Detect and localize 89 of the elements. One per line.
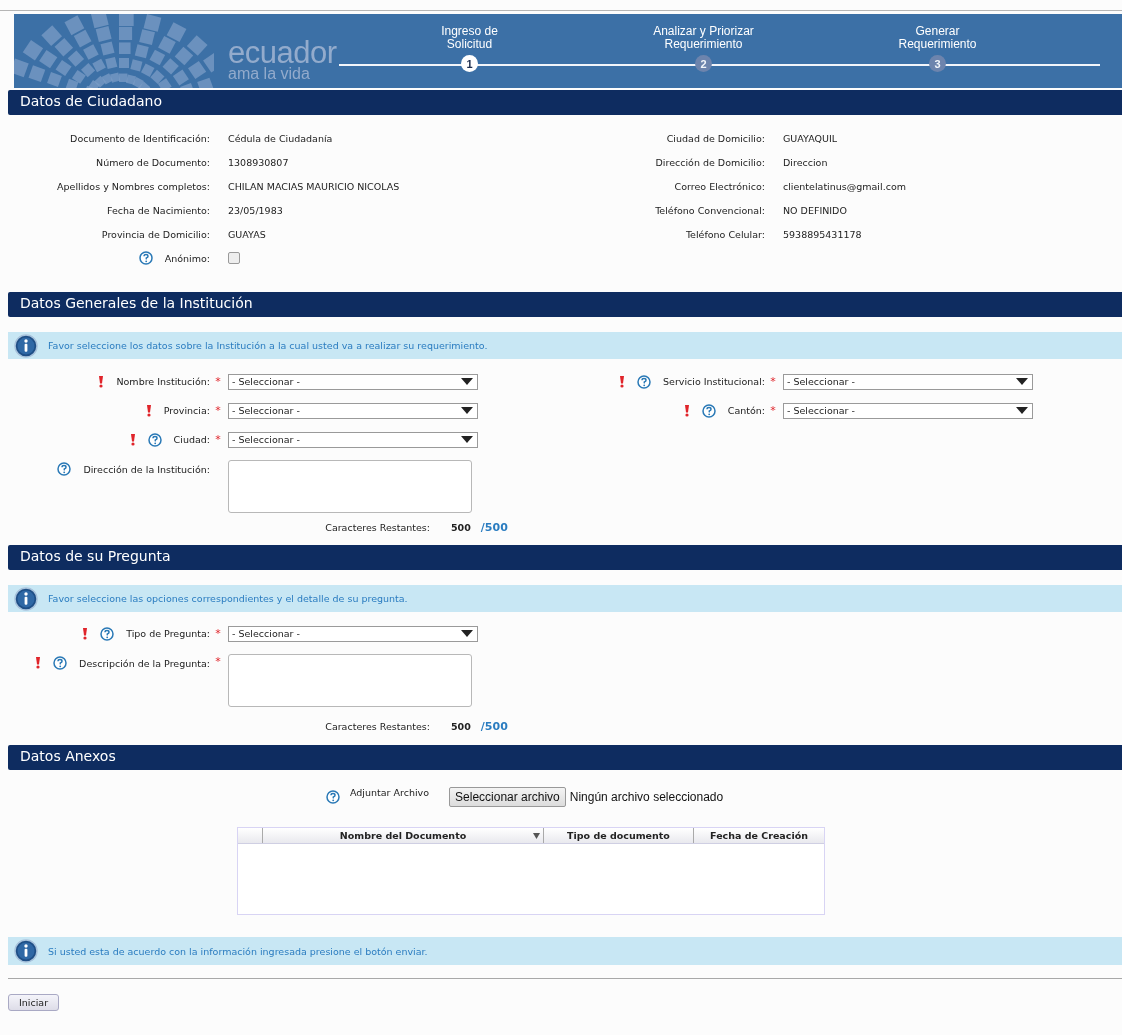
step-label: Generar Requerimiento <box>898 25 977 51</box>
field-value: 5938895431178 <box>783 228 862 240</box>
field-value: GUAYAS <box>228 228 266 240</box>
help-icon[interactable] <box>138 251 153 265</box>
dropdown[interactable]: - Seleccionar - <box>783 373 1033 390</box>
step-number: 1 <box>461 55 479 72</box>
help-icon[interactable] <box>100 626 115 641</box>
info-icon <box>14 939 38 963</box>
section-header: Datos de su Pregunta <box>8 545 1122 570</box>
required-mark: * <box>215 655 221 668</box>
column-header[interactable]: Tipo de documento <box>544 828 694 843</box>
field-value: Direccion <box>783 156 828 168</box>
column-header[interactable]: Nombre del Documento <box>263 828 544 843</box>
field-value: GUAYAQUIL <box>783 132 837 144</box>
field-value: 23/05/1983 <box>228 204 283 216</box>
field-label: Adjuntar Archivo <box>350 787 430 798</box>
section-header: Datos Anexos <box>8 745 1122 770</box>
field-label: Dirección de la Institución: <box>83 463 210 475</box>
dropdown[interactable]: - Seleccionar - <box>783 402 1033 419</box>
caret-icon[interactable] <box>1016 378 1028 385</box>
field-label: Anónimo: <box>164 252 210 264</box>
step-label: Ingreso de Solicitud <box>441 25 498 51</box>
field-value: 1308930807 <box>228 156 289 168</box>
remaining-count: 500 <box>451 521 471 533</box>
caret-icon[interactable] <box>1016 407 1028 414</box>
field-label: Ciudad de Domicilio: <box>666 132 765 144</box>
help-icon[interactable] <box>701 403 716 418</box>
field-label: Provincia: <box>163 405 210 416</box>
remaining-count: 500 <box>451 720 471 732</box>
dropdown[interactable]: - Seleccionar - <box>228 402 478 419</box>
field-label: Cantón: <box>727 405 765 416</box>
max-count: /500 <box>480 520 508 534</box>
info-text: Si usted esta de acuerdo con la información ingresada presione el botón enviar. <box>48 945 428 957</box>
dropdown[interactable]: - Seleccionar - <box>228 373 478 390</box>
field-label: Servicio Institucional: <box>663 376 765 387</box>
caret-icon[interactable] <box>461 630 473 637</box>
info-text: Favor seleccione las opciones correspondientes y el detalle de su pregunta. <box>48 593 408 604</box>
field-label: Apellidos y Nombres completos: <box>57 180 210 192</box>
field-label: Ciudad: <box>173 434 210 445</box>
help-icon[interactable] <box>147 432 162 447</box>
required-mark: * <box>770 375 776 388</box>
field-label: Descripción de la Pregunta: <box>79 657 210 669</box>
field-label: Documento de Identificación: <box>70 132 210 144</box>
field-label: Teléfono Convencional: <box>655 204 765 216</box>
caret-icon[interactable] <box>461 378 473 385</box>
start-button[interactable]: Iniciar <box>8 994 60 1011</box>
step-number: 3 <box>929 55 947 72</box>
help-icon[interactable] <box>57 462 72 476</box>
help-icon[interactable] <box>637 374 651 389</box>
help-icon[interactable] <box>326 790 340 804</box>
step-label: Analizar y Priorizar Requerimiento <box>653 25 754 51</box>
required-mark: * <box>215 433 221 446</box>
dropdown[interactable]: - Seleccionar - <box>228 431 478 448</box>
caret-icon[interactable] <box>461 407 473 414</box>
field-label: Fecha de Nacimiento: <box>106 204 210 216</box>
field-label: Dirección de Domicilio: <box>655 156 765 168</box>
logo-name: ecuador <box>228 37 337 68</box>
field-label: Número de Documento: <box>96 156 210 168</box>
required-mark: * <box>215 375 221 388</box>
field-value: Cédula de Ciudadanía <box>228 132 333 144</box>
file-status: Ningún archivo seleccionado <box>569 790 724 804</box>
column-header[interactable]: Fecha de Creación <box>694 828 824 843</box>
field-label: Tipo de Pregunta: <box>126 628 210 639</box>
field-value: NO DEFINIDO <box>783 204 847 216</box>
sort-icon[interactable] <box>533 833 540 839</box>
dropdown[interactable]: - Seleccionar - <box>228 625 478 642</box>
help-icon[interactable] <box>53 656 68 670</box>
step-number: 2 <box>695 55 713 72</box>
section-header: Datos Generales de la Institución <box>8 292 1122 317</box>
field-label: Correo Electrónico: <box>674 180 765 192</box>
logo-tagline: ama la vida <box>228 66 311 82</box>
field-label: Teléfono Celular: <box>685 228 765 240</box>
max-count: /500 <box>480 719 508 733</box>
field-label: Nombre Institución: <box>116 376 210 387</box>
field-value: CHILAN MACIAS MAURICIO NICOLAS <box>228 180 400 192</box>
field-label: Provincia de Domicilio: <box>101 228 210 240</box>
required-mark: * <box>770 404 776 417</box>
info-icon <box>14 586 38 611</box>
counter-label: Caracteres Restantes: <box>324 521 430 533</box>
caret-icon[interactable] <box>461 436 473 443</box>
info-icon <box>14 333 38 358</box>
checkbox[interactable] <box>228 252 240 264</box>
field-value: clientelatinus@gmail.com <box>783 180 906 192</box>
required-mark: * <box>215 627 221 640</box>
section-header: Datos de Ciudadano <box>8 90 1122 115</box>
required-mark: * <box>215 404 221 417</box>
choose-file-button[interactable]: Seleccionar archivo <box>449 787 566 807</box>
info-text: Favor seleccione los datos sobre la Institución a la cual usted va a realizar su requerimiento. <box>48 340 488 351</box>
counter-label: Caracteres Restantes: <box>324 720 430 732</box>
